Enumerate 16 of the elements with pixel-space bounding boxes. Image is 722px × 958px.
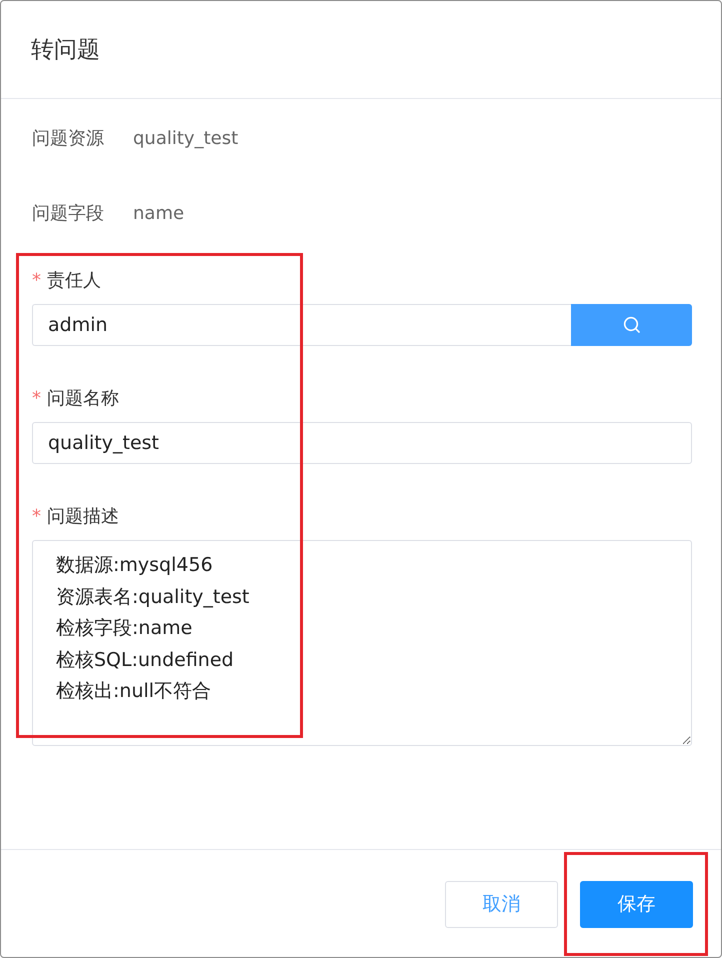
field-label: 责任人 [47,269,101,292]
input-field[interactable]: admin [32,304,571,346]
required-mark: * [32,388,41,408]
field-label: 问题名称 [47,387,119,410]
info-label: 问题字段 [32,202,105,225]
info-value: quality_test [133,128,238,148]
dialog-title: 转问题 [31,36,100,65]
search-button[interactable] [571,304,692,346]
input-field[interactable]: quality_test [32,422,692,464]
search-icon [622,316,640,334]
info-label: 问题资源 [32,127,105,150]
required-mark: * [32,506,41,526]
field-label: 问题描述 [47,505,119,528]
text-area[interactable]: 数据源:mysql456 资源表名:quality_test 检核字段:name 检核SQL:undefined 检核出:null不符合 [32,540,692,746]
required-mark: * [32,270,41,290]
info-value: name [133,202,184,224]
